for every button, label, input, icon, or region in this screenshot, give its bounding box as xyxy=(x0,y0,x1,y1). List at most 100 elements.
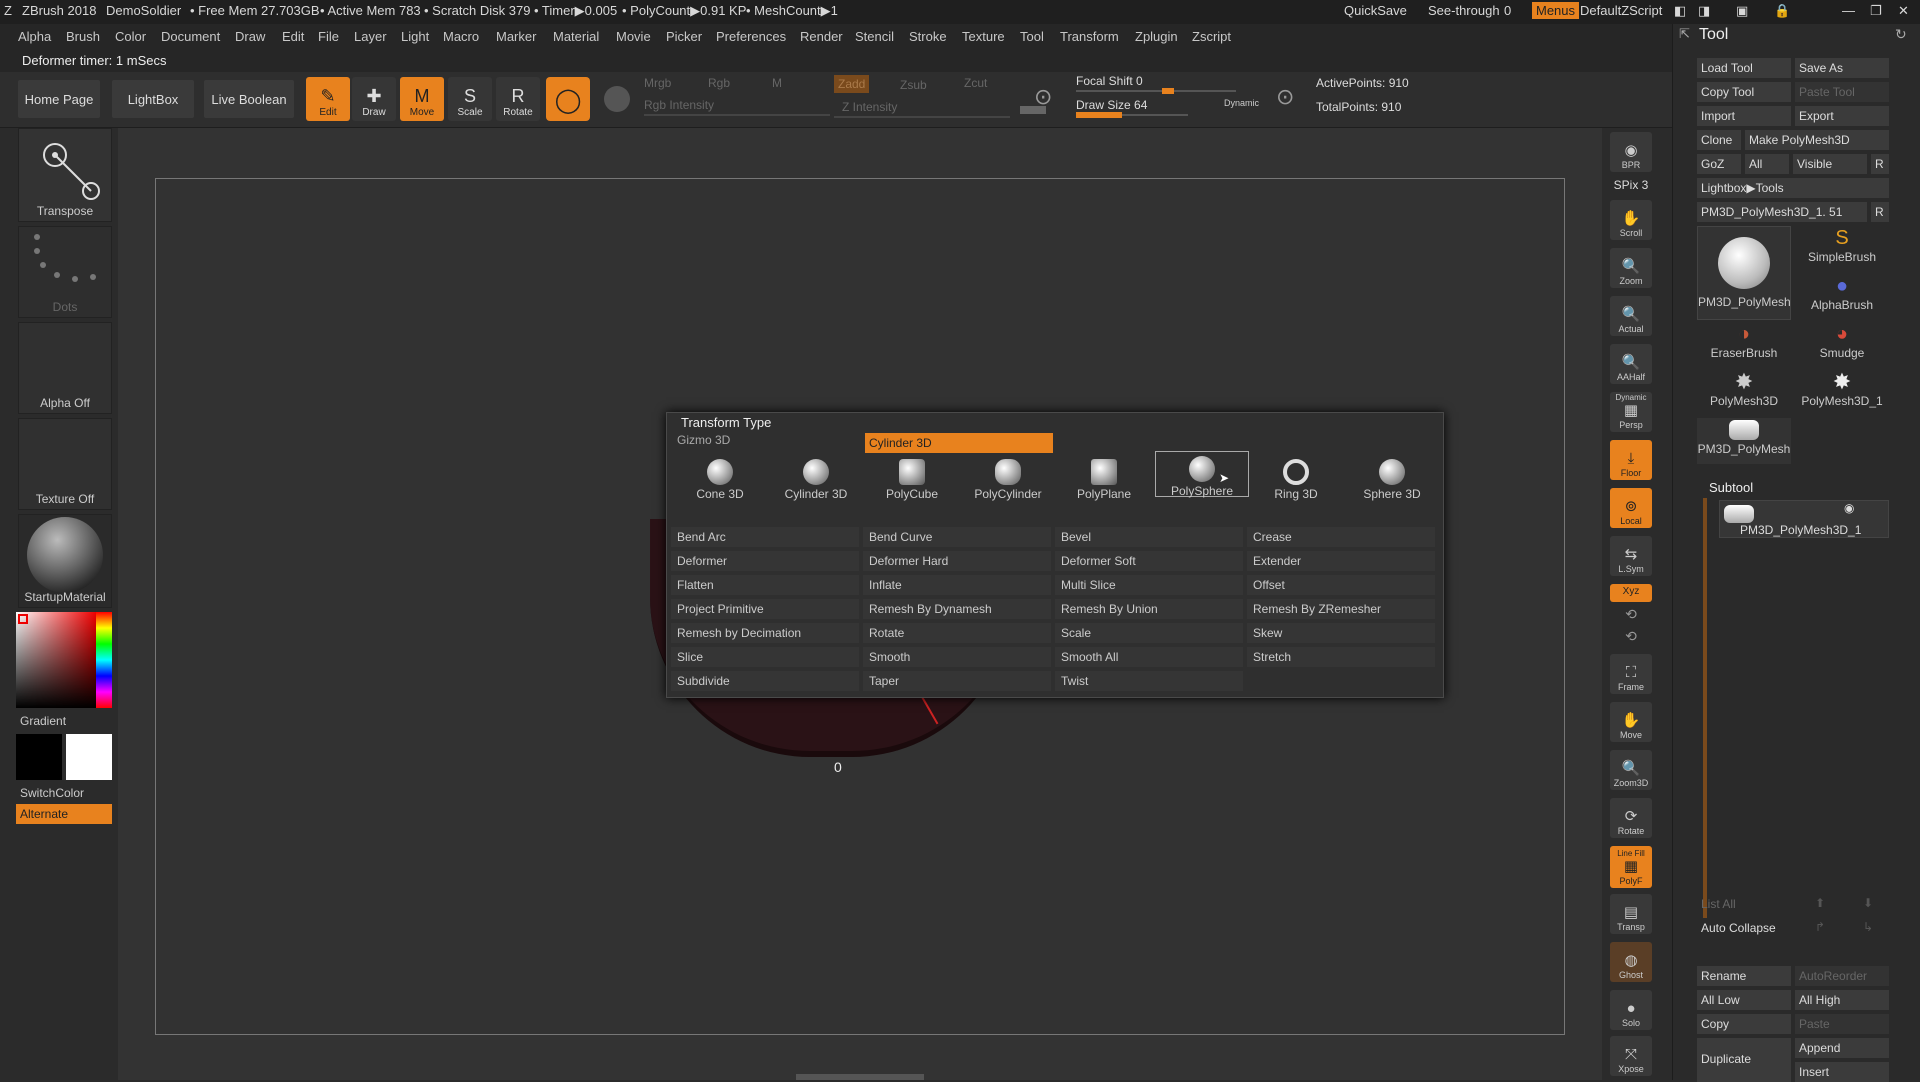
rotate-axis-alt-icon[interactable]: ⟲ xyxy=(1610,628,1652,645)
solo-button[interactable]: ● Solo xyxy=(1610,990,1652,1030)
layout-icon[interactable]: ◧ xyxy=(1674,3,1686,19)
move-button[interactable]: M Move xyxy=(400,77,444,121)
dynamic-button[interactable]: Dynamic xyxy=(1224,98,1259,108)
current-tool-slider[interactable]: PM3D_PolyMesh3D_1. 51 xyxy=(1697,202,1867,222)
op-skew[interactable]: Skew xyxy=(1247,623,1435,643)
op-bend-arc[interactable]: Bend Arc xyxy=(671,527,859,547)
rename-button[interactable]: Rename xyxy=(1697,966,1791,986)
menu-file[interactable]: File xyxy=(318,29,339,44)
paste-subtool-button[interactable]: Paste xyxy=(1795,1014,1889,1034)
local-button[interactable]: ⊚ Local xyxy=(1610,488,1652,528)
op-scale[interactable]: Scale xyxy=(1055,623,1243,643)
auto-collapse-button[interactable]: Auto Collapse xyxy=(1697,918,1791,938)
m-button[interactable]: M xyxy=(772,76,782,90)
lightbox-button[interactable]: LightBox xyxy=(112,80,194,118)
live-boolean-button[interactable]: Live Boolean xyxy=(204,80,294,118)
menu-zscript[interactable]: Zscript xyxy=(1192,29,1231,44)
duplicate-button[interactable]: Duplicate xyxy=(1697,1038,1791,1082)
all-high-button[interactable]: All High xyxy=(1795,990,1889,1010)
close-icon[interactable]: ✕ xyxy=(1898,3,1909,19)
goz-all-button[interactable]: All xyxy=(1745,154,1789,174)
zoom-button[interactable]: 🔍 Zoom xyxy=(1610,248,1652,288)
goz-visible-button[interactable]: Visible xyxy=(1793,154,1867,174)
draw-size-icon[interactable]: ⊙ xyxy=(1276,84,1294,110)
primitive-ring-3d[interactable]: Ring 3D xyxy=(1253,455,1339,505)
scroll-button[interactable]: ✋ Scroll xyxy=(1610,200,1652,240)
menu-color[interactable]: Color xyxy=(115,29,146,44)
minimize-icon[interactable]: — xyxy=(1842,3,1855,18)
tool-thumb-alphabrush[interactable]: ● AlphaBrush xyxy=(1795,274,1889,320)
secondary-color-swatch[interactable] xyxy=(16,734,62,780)
arrow-down-icon[interactable]: ↳ xyxy=(1863,920,1873,934)
zoom3d-button[interactable]: 🔍 Zoom3D xyxy=(1610,750,1652,790)
op-stretch[interactable]: Stretch xyxy=(1247,647,1435,667)
all-low-button[interactable]: All Low xyxy=(1697,990,1791,1010)
menu-transform[interactable]: Transform xyxy=(1060,29,1119,44)
alternate-button[interactable]: Alternate xyxy=(16,804,112,824)
menu-texture[interactable]: Texture xyxy=(962,29,1005,44)
tool-palette-pin-icon[interactable]: ⇱ xyxy=(1679,26,1690,42)
rgb-button[interactable]: Rgb xyxy=(708,76,730,90)
op-flatten[interactable]: Flatten xyxy=(671,575,859,595)
gizmo-3d-label[interactable]: Gizmo 3D xyxy=(677,433,730,447)
op-smooth-all[interactable]: Smooth All xyxy=(1055,647,1243,667)
zsub-button[interactable]: Zsub xyxy=(900,78,927,92)
primitive-polyplane[interactable]: PolyPlane xyxy=(1061,455,1147,505)
selected-transform-type[interactable]: Cylinder 3D xyxy=(865,433,1053,453)
floor-button[interactable]: ⤓ Floor xyxy=(1610,440,1652,480)
gradient-label[interactable]: Gradient xyxy=(20,714,66,728)
make-polymesh-button[interactable]: Make PolyMesh3D xyxy=(1745,130,1889,150)
focal-shift-icon[interactable]: ⊙ xyxy=(1034,84,1052,110)
menu-light[interactable]: Light xyxy=(401,29,429,44)
load-tool-button[interactable]: Load Tool xyxy=(1697,58,1791,78)
ghost-button[interactable]: ◍ Ghost xyxy=(1610,942,1652,982)
z-intensity-slider[interactable]: Z Intensity xyxy=(842,100,897,114)
tool-thumb-pm3d-polymesh[interactable]: PM3D_PolyMesh xyxy=(1697,226,1791,320)
move-up-icon[interactable]: ⬆ xyxy=(1815,896,1825,910)
transp-button[interactable]: ▤ Transp xyxy=(1610,894,1652,934)
op-multi-slice[interactable]: Multi Slice xyxy=(1055,575,1243,595)
move-view-button[interactable]: ✋ Move xyxy=(1610,702,1652,742)
menu-marker[interactable]: Marker xyxy=(496,29,536,44)
autoreorder-button[interactable]: AutoReorder xyxy=(1795,966,1889,986)
menu-preferences[interactable]: Preferences xyxy=(716,29,786,44)
op-extender[interactable]: Extender xyxy=(1247,551,1435,571)
sphere-toggle-icon[interactable] xyxy=(604,86,630,112)
tool-thumb-polymesh3d-1[interactable]: ✸ PolyMesh3D_1 xyxy=(1795,370,1889,416)
op-taper[interactable]: Taper xyxy=(863,671,1051,691)
zadd-button[interactable]: Zadd xyxy=(834,75,870,93)
dots-stroke-tile[interactable]: Dots xyxy=(18,226,112,318)
append-button[interactable]: Append xyxy=(1795,1038,1889,1058)
gizmo-toggle-button[interactable]: ◯ xyxy=(546,77,590,121)
menu-stroke[interactable]: Stroke xyxy=(909,29,947,44)
move-down-icon[interactable]: ⬇ xyxy=(1863,896,1873,910)
op-crease[interactable]: Crease xyxy=(1247,527,1435,547)
export-button[interactable]: Export xyxy=(1795,106,1889,126)
op-deformer[interactable]: Deformer xyxy=(671,551,859,571)
subtool-scrollbar[interactable] xyxy=(1703,498,1707,918)
op-remesh-by-union[interactable]: Remesh By Union xyxy=(1055,599,1243,619)
menu-layer[interactable]: Layer xyxy=(354,29,387,44)
paste-tool-button[interactable]: Paste Tool xyxy=(1795,82,1889,102)
primitive-cone-3d[interactable]: Cone 3D xyxy=(677,455,763,505)
subtool-item[interactable]: ◉ PM3D_PolyMesh3D_1 xyxy=(1719,500,1889,538)
subtool-header[interactable]: Subtool xyxy=(1709,480,1753,495)
default-zscript-button[interactable]: DefaultZScript xyxy=(1580,3,1662,18)
op-deformer-hard[interactable]: Deformer Hard xyxy=(863,551,1051,571)
menu-brush[interactable]: Brush xyxy=(66,29,100,44)
primitive-polysphere[interactable]: PolySphere xyxy=(1155,451,1249,498)
edit-button[interactable]: ✎ Edit xyxy=(306,77,350,121)
op-slice[interactable]: Slice xyxy=(671,647,859,667)
lsym-button[interactable]: ⇆ L.Sym xyxy=(1610,536,1652,576)
actual-button[interactable]: 🔍 Actual xyxy=(1610,296,1652,336)
op-smooth[interactable]: Smooth xyxy=(863,647,1051,667)
xyz-button[interactable]: Xyz xyxy=(1610,584,1652,602)
rotate-axis-icon[interactable]: ⟲ xyxy=(1610,606,1652,623)
primary-color-swatch[interactable] xyxy=(66,734,112,780)
copy-tool-button[interactable]: Copy Tool xyxy=(1697,82,1791,102)
op-remesh-by-dynamesh[interactable]: Remesh By Dynamesh xyxy=(863,599,1051,619)
persp-button[interactable]: Dynamic ▦ Persp xyxy=(1610,392,1652,432)
op-twist[interactable]: Twist xyxy=(1055,671,1243,691)
menu-draw[interactable]: Draw xyxy=(235,29,265,44)
menu-macro[interactable]: Macro xyxy=(443,29,479,44)
